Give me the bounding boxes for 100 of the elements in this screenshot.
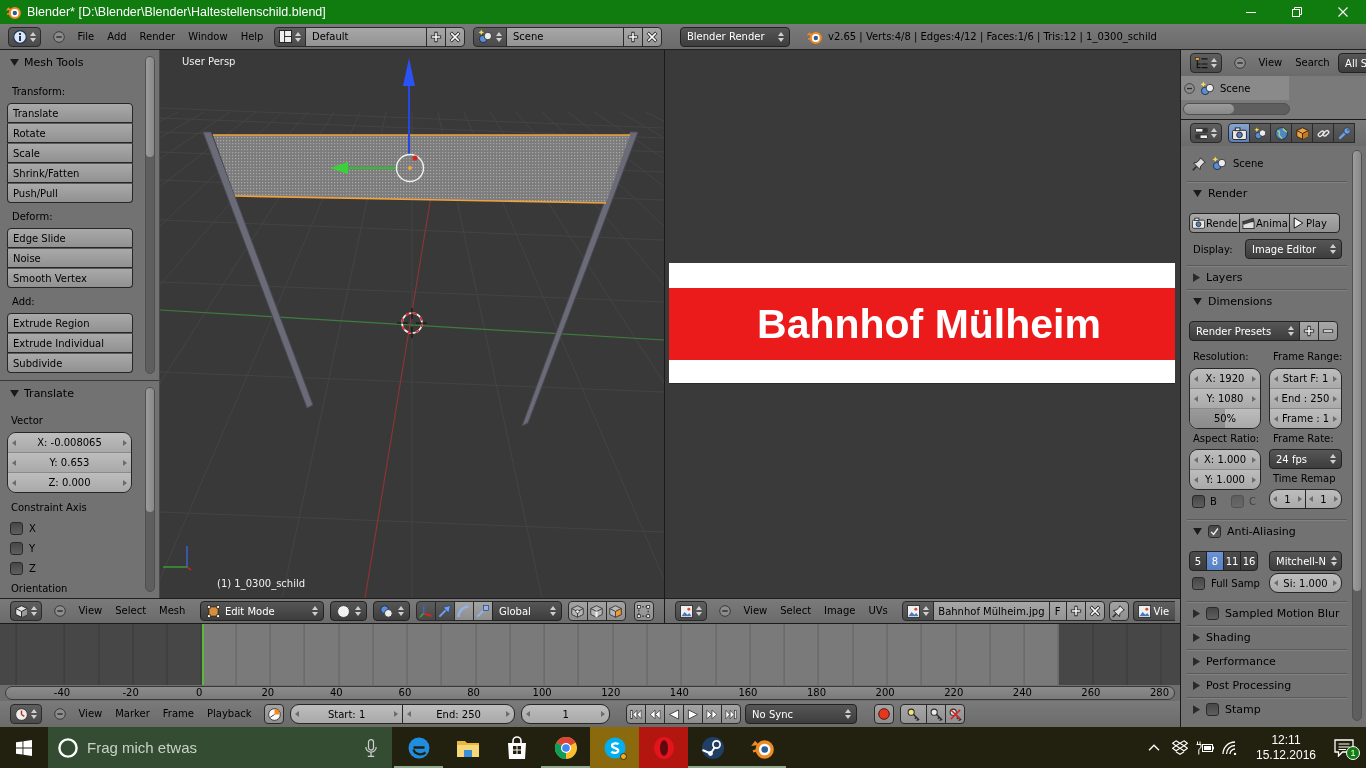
number-field[interactable]: Start F: 1 — [1270, 369, 1341, 388]
open-boxes-icon[interactable] — [1172, 740, 1188, 755]
filter-dropdown[interactable]: Mitchell-N — [1269, 551, 1342, 571]
previous-keyframe-button[interactable] — [645, 704, 666, 724]
tool-button[interactable]: Rotate — [7, 123, 133, 143]
editor-type-button[interactable] — [10, 704, 42, 724]
play-reverse-button[interactable] — [664, 704, 685, 724]
timeline-track-area[interactable] — [0, 624, 1180, 685]
tool-button[interactable]: Smooth Vertex — [7, 268, 133, 288]
right-triangle-icon[interactable] — [123, 459, 127, 466]
tool-button[interactable]: Scale — [7, 143, 133, 163]
left-triangle-icon[interactable] — [407, 711, 412, 717]
manipulator-toggle[interactable] — [434, 601, 455, 621]
view-button[interactable]: Vie — [1132, 601, 1176, 621]
display-dropdown[interactable]: Image Editor — [1245, 239, 1342, 259]
sample-count-button[interactable]: 5 — [1189, 551, 1207, 571]
outliner-row[interactable]: Scene — [1181, 76, 1289, 100]
left-triangle-icon[interactable] — [12, 459, 16, 466]
left-triangle-icon[interactable] — [1194, 375, 1198, 382]
right-triangle-icon[interactable] — [1334, 496, 1338, 502]
frame-rate-dropdown[interactable]: 24 fps — [1269, 449, 1342, 469]
menu-item[interactable]: Playback — [200, 704, 259, 724]
tool-button[interactable]: Noise — [7, 248, 133, 268]
keying-button[interactable] — [264, 704, 285, 724]
panel-title[interactable]: Mesh Tools — [24, 55, 84, 69]
panel-title[interactable]: Shading — [1206, 631, 1251, 644]
menu-item[interactable]: Marker — [108, 704, 157, 724]
scrollbar-thumb[interactable] — [1353, 151, 1361, 591]
limit-selection-toggle[interactable] — [633, 601, 654, 621]
menu-item[interactable]: Select — [108, 601, 153, 621]
minus-circle-icon[interactable] — [54, 708, 66, 720]
left-triangle-icon[interactable] — [1309, 496, 1313, 502]
pin-button[interactable] — [1108, 601, 1129, 621]
menu-item[interactable]: Mesh — [152, 601, 192, 621]
triangle-down-icon[interactable] — [1193, 528, 1202, 535]
left-triangle-icon[interactable] — [1194, 456, 1198, 463]
image-browse-button[interactable] — [902, 601, 935, 621]
menu-item[interactable]: File — [71, 26, 101, 47]
number-field[interactable]: X: -0.008065 — [8, 433, 131, 452]
number-field[interactable]: End : 250 — [1270, 388, 1341, 408]
number-field[interactable]: 1 — [1269, 489, 1306, 509]
left-triangle-icon[interactable] — [1274, 415, 1278, 422]
panel-title[interactable]: Translate — [24, 386, 74, 400]
skip-to-end-button[interactable] — [721, 704, 742, 724]
panel-title[interactable]: Performance — [1206, 655, 1276, 668]
restore-icon[interactable] — [1292, 7, 1302, 17]
checkbox[interactable] — [1192, 576, 1205, 590]
tool-button[interactable]: Subdivide — [7, 353, 133, 373]
menu-item[interactable]: View — [1252, 53, 1289, 73]
pivot-dropdown[interactable] — [372, 601, 410, 621]
triangle-right-icon[interactable] — [1193, 633, 1200, 642]
right-triangle-icon[interactable] — [1333, 415, 1337, 422]
left-triangle-icon[interactable] — [1273, 496, 1277, 502]
panel-title[interactable]: Sampled Motion Blur — [1225, 607, 1340, 620]
number-field[interactable]: X: 1.000 — [1190, 450, 1260, 469]
start-frame-field[interactable]: Start: 1 — [290, 704, 404, 724]
keying-set-field[interactable] — [900, 704, 928, 724]
triangle-right-icon[interactable] — [1193, 657, 1200, 666]
skip-to-start-button[interactable] — [626, 704, 647, 724]
panel-title[interactable]: Layers — [1206, 271, 1243, 284]
right-triangle-icon[interactable] — [601, 711, 606, 717]
panel-title[interactable]: Anti-Aliasing — [1227, 525, 1296, 538]
checkbox[interactable] — [10, 541, 23, 555]
wifi-icon[interactable] — [1222, 740, 1238, 755]
left-triangle-icon[interactable] — [1194, 476, 1198, 483]
timeline-scrollbar[interactable]: -40 -20 0 20 40 60 80 100 120 140 160 180 200 220 240 260 280 — [5, 686, 1175, 700]
close-icon[interactable] — [1338, 7, 1348, 17]
notification-icon[interactable] — [1334, 738, 1354, 757]
record-button[interactable] — [874, 704, 895, 724]
menu-item[interactable]: View — [72, 601, 109, 621]
checkbox[interactable] — [1206, 607, 1219, 620]
triangle-down-icon[interactable] — [10, 389, 19, 397]
checkbox-label[interactable]: B — [1210, 495, 1217, 507]
clock-date[interactable]: 15.12.2016 — [1255, 747, 1317, 763]
panel-title[interactable]: Stamp — [1225, 703, 1261, 716]
menu-item[interactable]: Render — [133, 26, 182, 47]
editor-type-button[interactable] — [1190, 123, 1222, 143]
sign-panel[interactable] — [212, 134, 631, 204]
end-frame-field[interactable]: End: 250 — [402, 704, 516, 724]
select-mode-toggle[interactable] — [586, 601, 607, 621]
triangle-right-icon[interactable] — [1193, 609, 1200, 618]
properties-tab[interactable] — [1312, 123, 1334, 143]
menu-item[interactable]: Add — [100, 26, 134, 47]
tool-button[interactable]: Extrude Individual — [7, 333, 133, 353]
sample-count-button[interactable]: 11 — [1223, 551, 1241, 571]
number-field[interactable]: Y: 1.000 — [1190, 469, 1260, 489]
right-triangle-icon[interactable] — [1252, 395, 1256, 402]
select-mode-toggle[interactable] — [605, 601, 626, 621]
scrollbar-thumb[interactable] — [146, 57, 154, 157]
checkbox[interactable] — [1208, 525, 1221, 538]
minus-circle-icon[interactable] — [1234, 57, 1246, 69]
menu-item[interactable]: View — [737, 601, 774, 621]
menu-item[interactable]: Image — [817, 601, 862, 621]
battery-plug-icon[interactable] — [1196, 740, 1214, 755]
checkbox-label[interactable]: Z — [29, 562, 36, 574]
sync-dropdown[interactable]: No Sync — [745, 704, 858, 724]
number-field[interactable]: 1 — [1305, 489, 1342, 509]
panel-title[interactable]: Dimensions — [1208, 295, 1273, 308]
editor-type-button[interactable] — [1190, 53, 1222, 73]
scene-browse-button[interactable] — [472, 26, 507, 47]
